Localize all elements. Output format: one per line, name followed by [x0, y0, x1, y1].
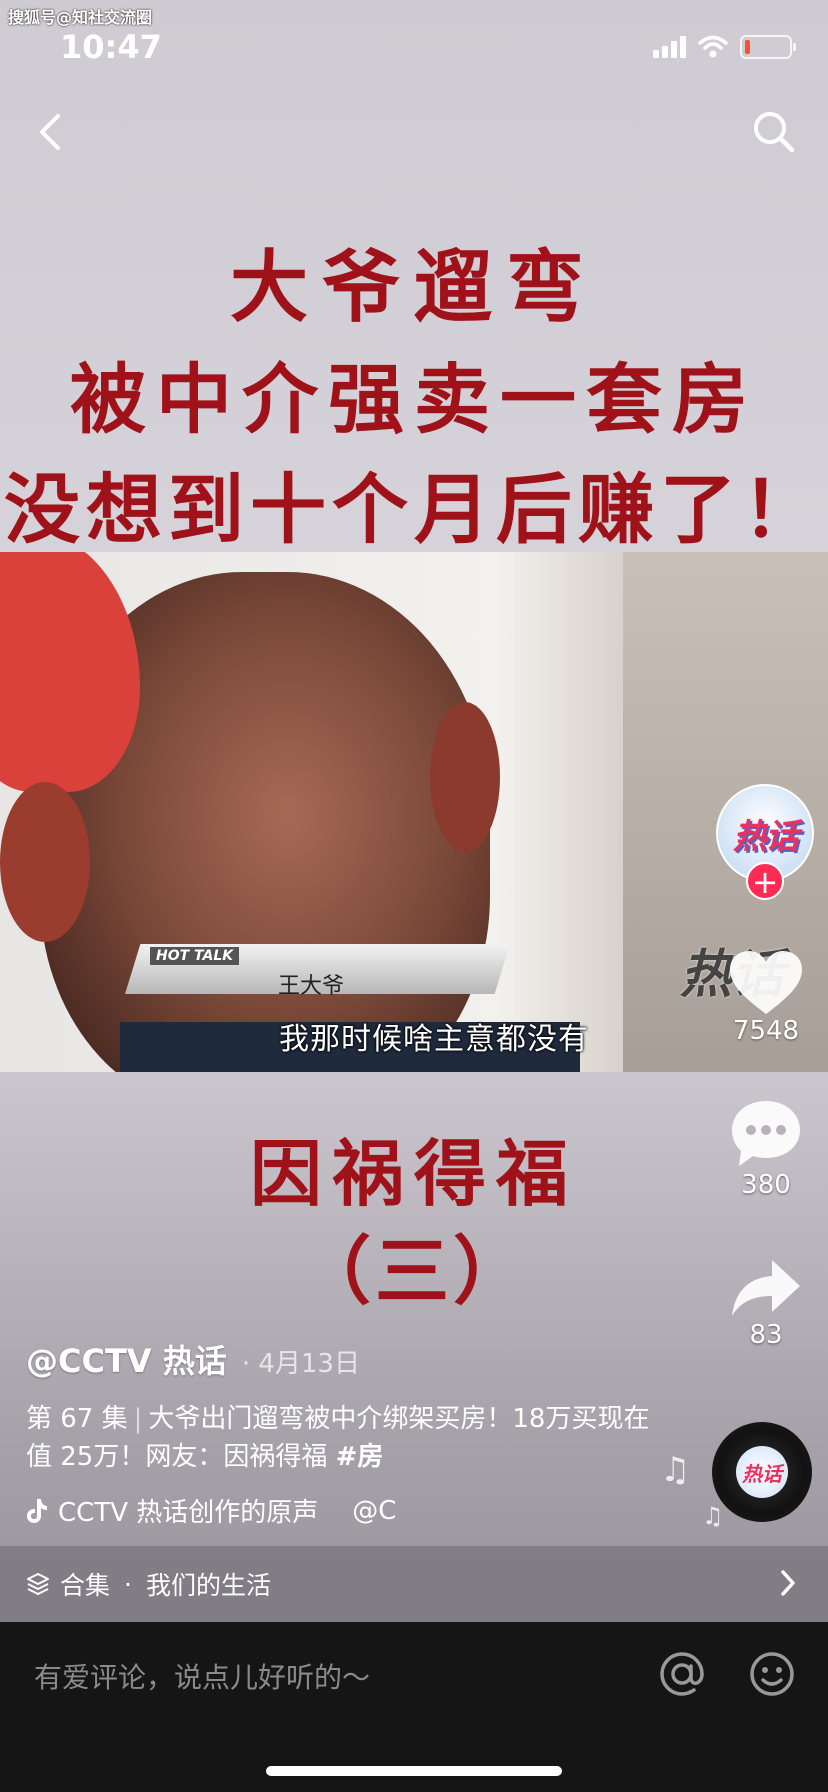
like-count: 7548	[732, 1016, 800, 1046]
home-indicator[interactable]	[266, 1766, 562, 1776]
interviewee-name: 王大爷	[278, 974, 345, 999]
hashtag-link[interactable]: #房	[336, 1442, 384, 1472]
battery-icon	[740, 35, 796, 59]
music-info[interactable]: CCTV 热话创作的原声 @C	[26, 1492, 446, 1529]
video-screen[interactable]: 搜狐号@知社交流圈 10:47 大爷遛弯 被中介强卖一套房 没想到十个月后赚了！…	[0, 0, 828, 1792]
episode-part: （三）	[297, 1229, 531, 1315]
separator-dot: ·	[124, 1569, 132, 1599]
like-button[interactable]: 7548	[716, 950, 816, 1046]
comment-button[interactable]: 380	[716, 1098, 816, 1200]
video-frame[interactable]: HOT TALK 王大爷 我那时候啥主意都没有 热话	[0, 552, 828, 1072]
comment-input[interactable]: 有爱评论，说点儿好听的～	[34, 1656, 370, 1696]
collection-label: 合集	[60, 1571, 111, 1600]
layers-icon	[27, 1573, 49, 1595]
music-disc[interactable]: 热话	[712, 1422, 812, 1522]
collection-name: 我们的生活	[145, 1571, 271, 1600]
avatar-logo: 热话	[733, 816, 799, 857]
music-title-scroll: @C	[352, 1495, 397, 1526]
author-avatar[interactable]: 热话 +	[716, 784, 814, 900]
ear	[430, 702, 500, 852]
comment-bubble-icon	[732, 1101, 800, 1166]
post-date: · 4月13日	[241, 1349, 360, 1379]
comment-count: 380	[741, 1170, 791, 1200]
floating-note-icon: ♫	[660, 1450, 691, 1490]
headline-line-1: 大爷遛弯	[229, 242, 598, 333]
search-icon[interactable]	[750, 108, 798, 156]
separator: |	[133, 1404, 143, 1434]
disc-logo: 热话	[736, 1446, 788, 1498]
tiktok-note-icon	[27, 1498, 47, 1523]
ear	[0, 782, 90, 942]
follow-button[interactable]: +	[746, 862, 784, 900]
author-name[interactable]: @CCTV 热话	[26, 1342, 227, 1380]
share-button[interactable]: 83	[716, 1256, 816, 1350]
signal-icon	[653, 36, 686, 58]
red-cap	[0, 552, 140, 792]
share-count: 83	[749, 1320, 783, 1350]
floating-note-icon: ♫	[702, 1502, 724, 1530]
heart-icon	[730, 951, 802, 1014]
collection-bar[interactable]: 合集 · 我们的生活	[0, 1546, 828, 1622]
hot-talk-tag: HOT TALK	[150, 947, 240, 965]
music-title: CCTV 热话创作的原声	[58, 1498, 319, 1528]
at-mention-icon[interactable]	[658, 1650, 706, 1698]
wifi-icon	[698, 35, 728, 58]
episode-title: 因祸得福	[249, 1131, 578, 1216]
chevron-right-icon	[781, 1570, 795, 1596]
headline-line-2: 被中介强卖一套房	[70, 355, 758, 444]
back-arrow-icon[interactable]	[30, 110, 74, 154]
emoji-icon[interactable]	[748, 1650, 796, 1698]
status-time: 10:47	[60, 28, 162, 66]
status-icons	[653, 34, 796, 60]
share-arrow-icon	[732, 1260, 800, 1316]
source-watermark: 搜狐号@知社交流圈	[8, 8, 153, 27]
video-description: 第 67 集 | 大爷出门遛弯被中介绑架买房！18万买现在值 25万！网友：因祸得福…	[26, 1400, 666, 1476]
video-subtitle: 我那时候啥主意都没有	[279, 1022, 589, 1057]
episode-number: 第 67 集	[26, 1404, 128, 1434]
video-meta: @CCTV 热话 · 4月13日 第 67 集 | 大爷出门遛弯被中介绑架买房！18…	[26, 1336, 666, 1529]
headline-line-3: 没想到十个月后赚了！	[4, 465, 824, 554]
